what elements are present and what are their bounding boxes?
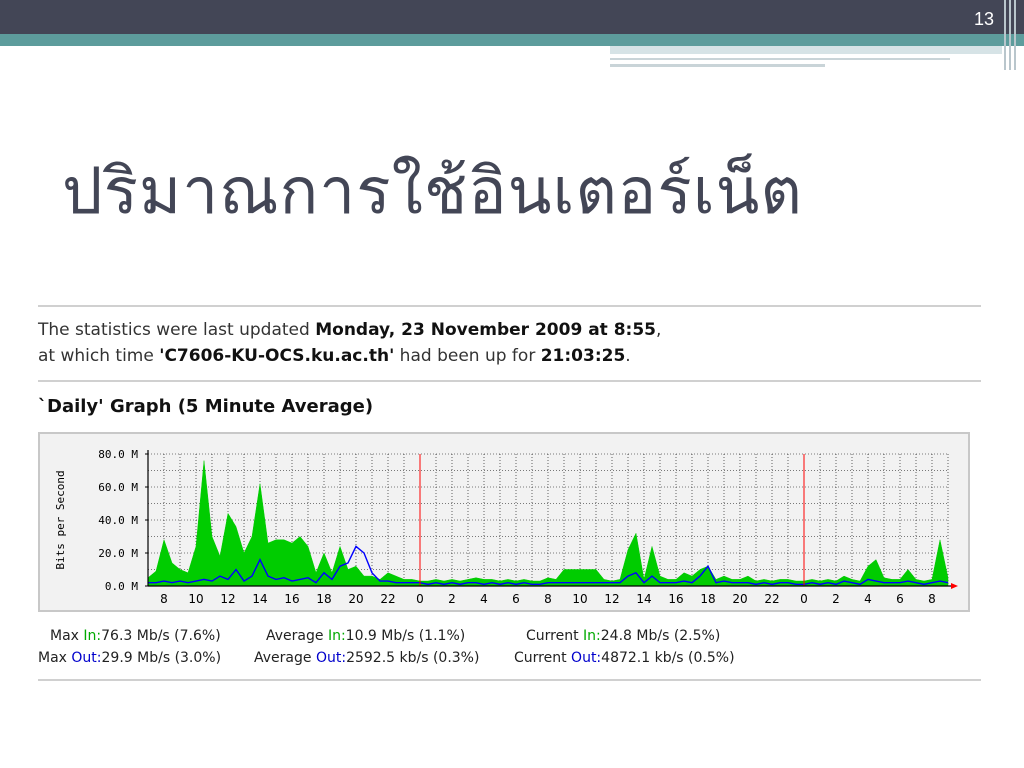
stats-text: had been up for (394, 346, 541, 366)
x-tick-label: 22 (380, 592, 395, 606)
legend-in-key: In: (83, 628, 102, 644)
slide-title: ปริมาณการใช้อินเตอร์เน็ต (62, 155, 803, 229)
legend-in-key: In: (583, 628, 601, 644)
legend-in-row: Max In:76.3 Mb/s (7.6%) (50, 628, 221, 644)
last-updated-date: Monday, 23 November 2009 at 8:55 (315, 320, 657, 340)
stats-line-2: at which time 'C7606-KU-OCS.ku.ac.th' ha… (38, 346, 631, 366)
x-tick-label: 14 (636, 592, 651, 606)
header-teal-band (0, 34, 1024, 46)
uptime: 21:03:25 (540, 346, 626, 366)
x-tick-label: 22 (764, 592, 779, 606)
x-tick-label: 14 (252, 592, 267, 606)
x-tick-label: 6 (896, 592, 904, 606)
header-accent-bar (1014, 0, 1016, 70)
stats-line-1: The statistics were last updated Monday,… (38, 320, 661, 340)
x-tick-label: 20 (732, 592, 747, 606)
stats-text: at which time (38, 346, 160, 366)
legend-out-key: Out: (571, 650, 602, 666)
header-light-band (610, 46, 1002, 54)
legend-out-key: Out: (315, 650, 347, 666)
x-tick-label: 20 (348, 592, 363, 606)
header-accent-line (610, 58, 950, 60)
legend-out-average: Average Out:2592.5 kb/s (0.3%) (254, 650, 479, 666)
slide-number: 13 (973, 9, 994, 29)
legend-label: Average (266, 628, 324, 644)
x-tick-label: 18 (700, 592, 715, 606)
legend-in-key: In: (327, 628, 346, 644)
x-tick-label: 16 (668, 592, 683, 606)
legend-value: 29.9 Mb/s (3.0%) (101, 650, 222, 666)
legend-value: 2592.5 kb/s (0.3%) (346, 650, 480, 666)
y-tick-label: 0.0 M (105, 580, 138, 593)
x-tick-label: 4 (864, 592, 872, 606)
y-tick-label: 20.0 M (98, 547, 138, 560)
stats-text: , (656, 320, 662, 340)
legend-out-current: Current Out:4872.1 kb/s (0.5%) (514, 650, 735, 666)
graph-title: `Daily' Graph (5 Minute Average) (38, 396, 374, 417)
legend-in-current: Current In:24.8 Mb/s (2.5%) (526, 628, 720, 644)
divider (38, 679, 981, 681)
legend-value: 4872.1 kb/s (0.5%) (601, 650, 735, 666)
traffic-chart: 0.0 M 20.0 M 40.0 M 60.0 M 80.0 M 8 10 12 14 16 18… (54, 448, 958, 606)
y-tick-label: 80.0 M (98, 448, 138, 461)
legend-label: Current (514, 650, 567, 666)
x-tick-label: 4 (480, 592, 488, 606)
legend-value: 10.9 Mb/s (1.1%) (345, 628, 466, 644)
legend-value: 76.3 Mb/s (7.6%) (101, 628, 221, 644)
header-accent-bar (1009, 0, 1011, 70)
x-axis-arrow (951, 583, 958, 589)
legend-in-average: Average In:10.9 Mb/s (1.1%) (266, 628, 465, 644)
legend-label: Average (254, 650, 312, 666)
x-tick-label: 0 (800, 592, 808, 606)
x-tick-label: 12 (604, 592, 619, 606)
divider (38, 305, 981, 307)
x-tick-label: 12 (220, 592, 235, 606)
header-accent-bar (1004, 0, 1006, 70)
y-tick-label: 60.0 M (98, 481, 138, 494)
x-tick-label: 10 (572, 592, 587, 606)
legend-label: Max (50, 628, 79, 644)
divider (38, 380, 981, 382)
stats-text: The statistics were last updated (38, 320, 316, 340)
x-tick-label: 8 (160, 592, 168, 606)
legend-label: Max (38, 650, 67, 666)
x-tick-label: 8 (928, 592, 936, 606)
legend-out-key: Out: (71, 650, 102, 666)
x-tick-label: 6 (512, 592, 520, 606)
x-tick-label: 8 (544, 592, 552, 606)
header-dark-band (0, 0, 1024, 34)
legend-label: Current (526, 628, 579, 644)
y-tick-label: 40.0 M (98, 514, 138, 527)
x-tick-label: 10 (188, 592, 203, 606)
y-axis-label: Bits per Second (54, 470, 67, 569)
x-tick-label: 18 (316, 592, 331, 606)
mrtg-graph-panel: 0.0 M 20.0 M 40.0 M 60.0 M 80.0 M 8 10 12 14 16 18… (38, 432, 970, 612)
x-tick-label: 0 (416, 592, 424, 606)
legend-value: 24.8 Mb/s (2.5%) (600, 628, 721, 644)
x-tick-label: 2 (448, 592, 456, 606)
stats-text: . (625, 346, 631, 366)
x-tick-label: 16 (284, 592, 299, 606)
header-accent-line (610, 64, 825, 67)
router-host: 'C7606-KU-OCS.ku.ac.th' (159, 346, 395, 366)
legend-out-row: Max Out:29.9 Mb/s (3.0%) (38, 650, 221, 666)
x-tick-label: 2 (832, 592, 840, 606)
